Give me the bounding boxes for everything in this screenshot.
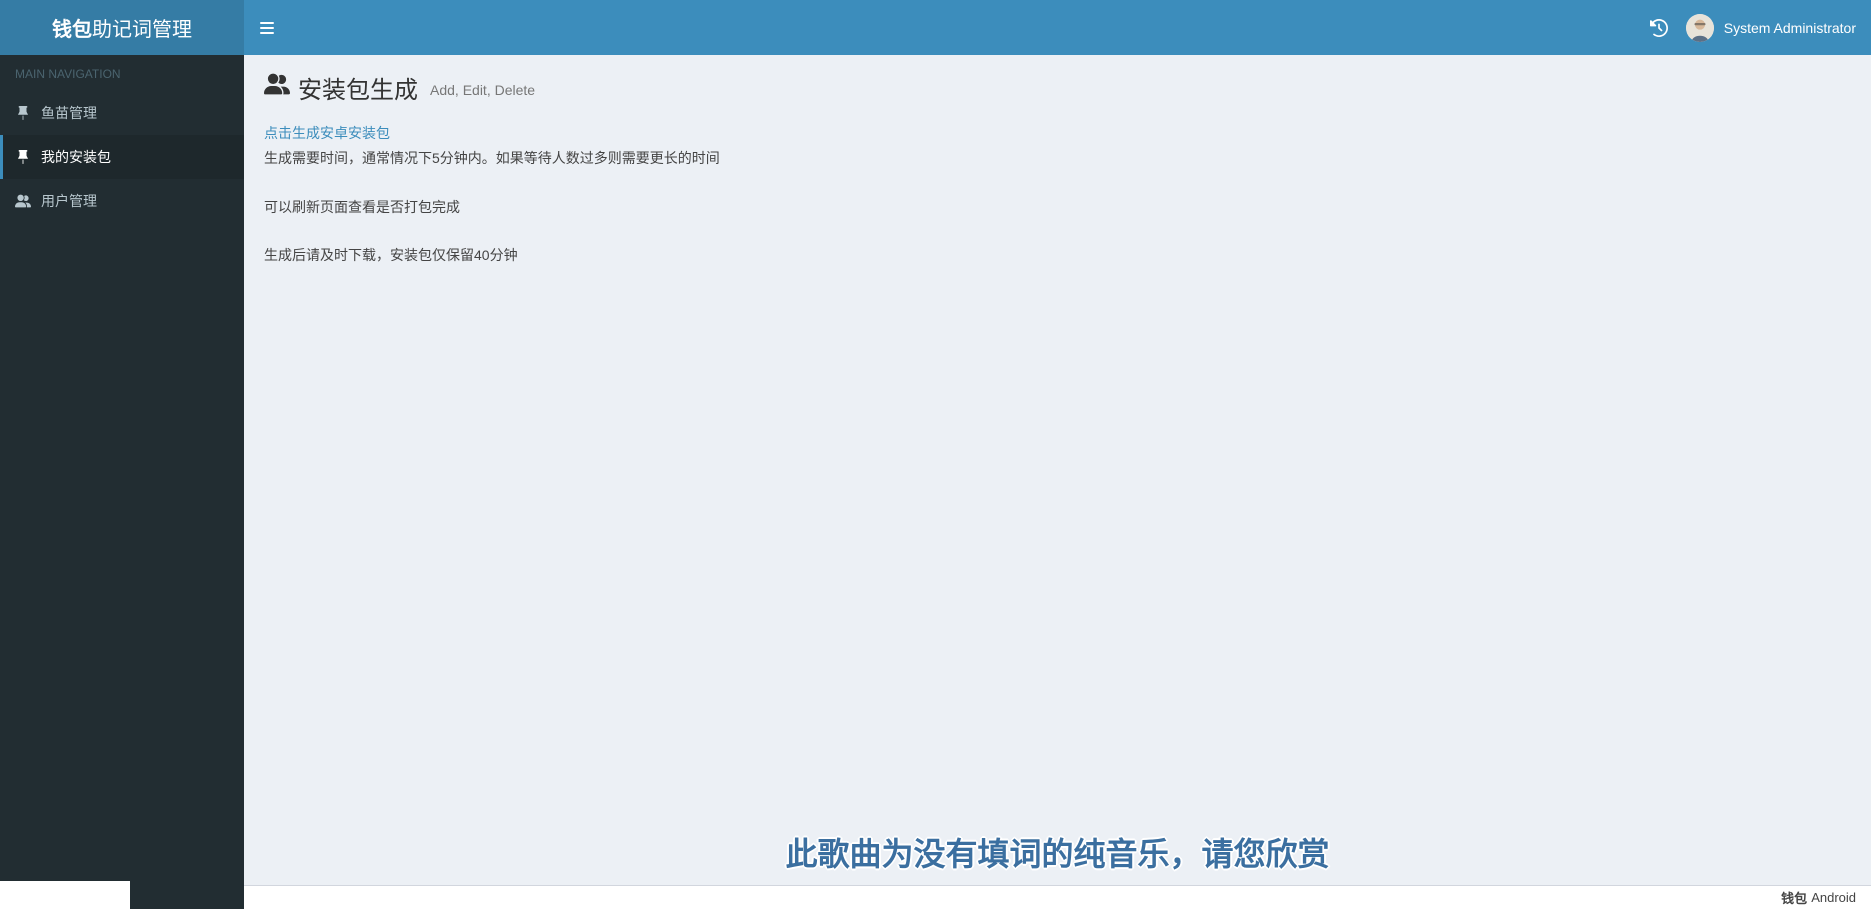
page-header: 安装包生成 Add, Edit, Delete	[264, 70, 1851, 105]
page-subtitle: Add, Edit, Delete	[430, 82, 535, 98]
info-line-1: 生成需要时间，通常情况下5分钟内。如果等待人数过多则需要更长的时间	[264, 147, 1851, 169]
avatar	[1686, 14, 1714, 42]
generate-android-link[interactable]: 点击生成安卓安装包	[264, 123, 390, 143]
info-line-3: 生成后请及时下载，安装包仅保留40分钟	[264, 245, 1851, 265]
content-area: 安装包生成 Add, Edit, Delete 点击生成安卓安装包 生成需要时间…	[244, 55, 1871, 885]
footer-rest: Android	[1811, 890, 1856, 905]
users-icon	[15, 194, 31, 208]
pin-icon	[15, 106, 31, 120]
sidebar-item-label: 我的安装包	[41, 147, 111, 167]
brand-bold: 钱包	[52, 13, 92, 42]
brand-logo[interactable]: 钱包助记词管理	[0, 0, 244, 55]
sidebar-item-fry-management[interactable]: 鱼苗管理	[0, 91, 244, 135]
bottom-left-block	[0, 881, 130, 909]
user-name: System Administrator	[1724, 20, 1856, 36]
sidebar-item-label: 用户管理	[41, 191, 97, 211]
footer: 钱包 Android	[244, 885, 1871, 909]
sidebar-item-user-management[interactable]: 用户管理	[0, 179, 244, 223]
users-icon	[264, 73, 290, 102]
sidebar: 钱包助记词管理 MAIN NAVIGATION 鱼苗管理 我的安装包 用户管理	[0, 0, 244, 909]
topbar: System Administrator	[244, 0, 1871, 55]
info-line-2: 可以刷新页面查看是否打包完成	[264, 197, 1851, 217]
sidebar-item-label: 鱼苗管理	[41, 103, 97, 123]
lyric-overlay: 此歌曲为没有填词的纯音乐，请您欣赏	[785, 829, 1329, 875]
footer-brand: 钱包	[1781, 888, 1807, 907]
pin-icon	[15, 150, 31, 164]
page-title-text: 安装包生成	[298, 70, 418, 105]
main-area: System Administrator 安装包生成 Add, Edit, De…	[244, 0, 1871, 909]
user-menu[interactable]: System Administrator	[1686, 14, 1856, 42]
history-icon[interactable]	[1650, 19, 1668, 37]
menu-toggle-button[interactable]	[259, 20, 275, 36]
sidebar-item-my-packages[interactable]: 我的安装包	[0, 135, 244, 179]
brand-light: 助记词管理	[92, 13, 192, 42]
page-title: 安装包生成	[264, 70, 418, 105]
nav-section-header: MAIN NAVIGATION	[0, 55, 244, 91]
